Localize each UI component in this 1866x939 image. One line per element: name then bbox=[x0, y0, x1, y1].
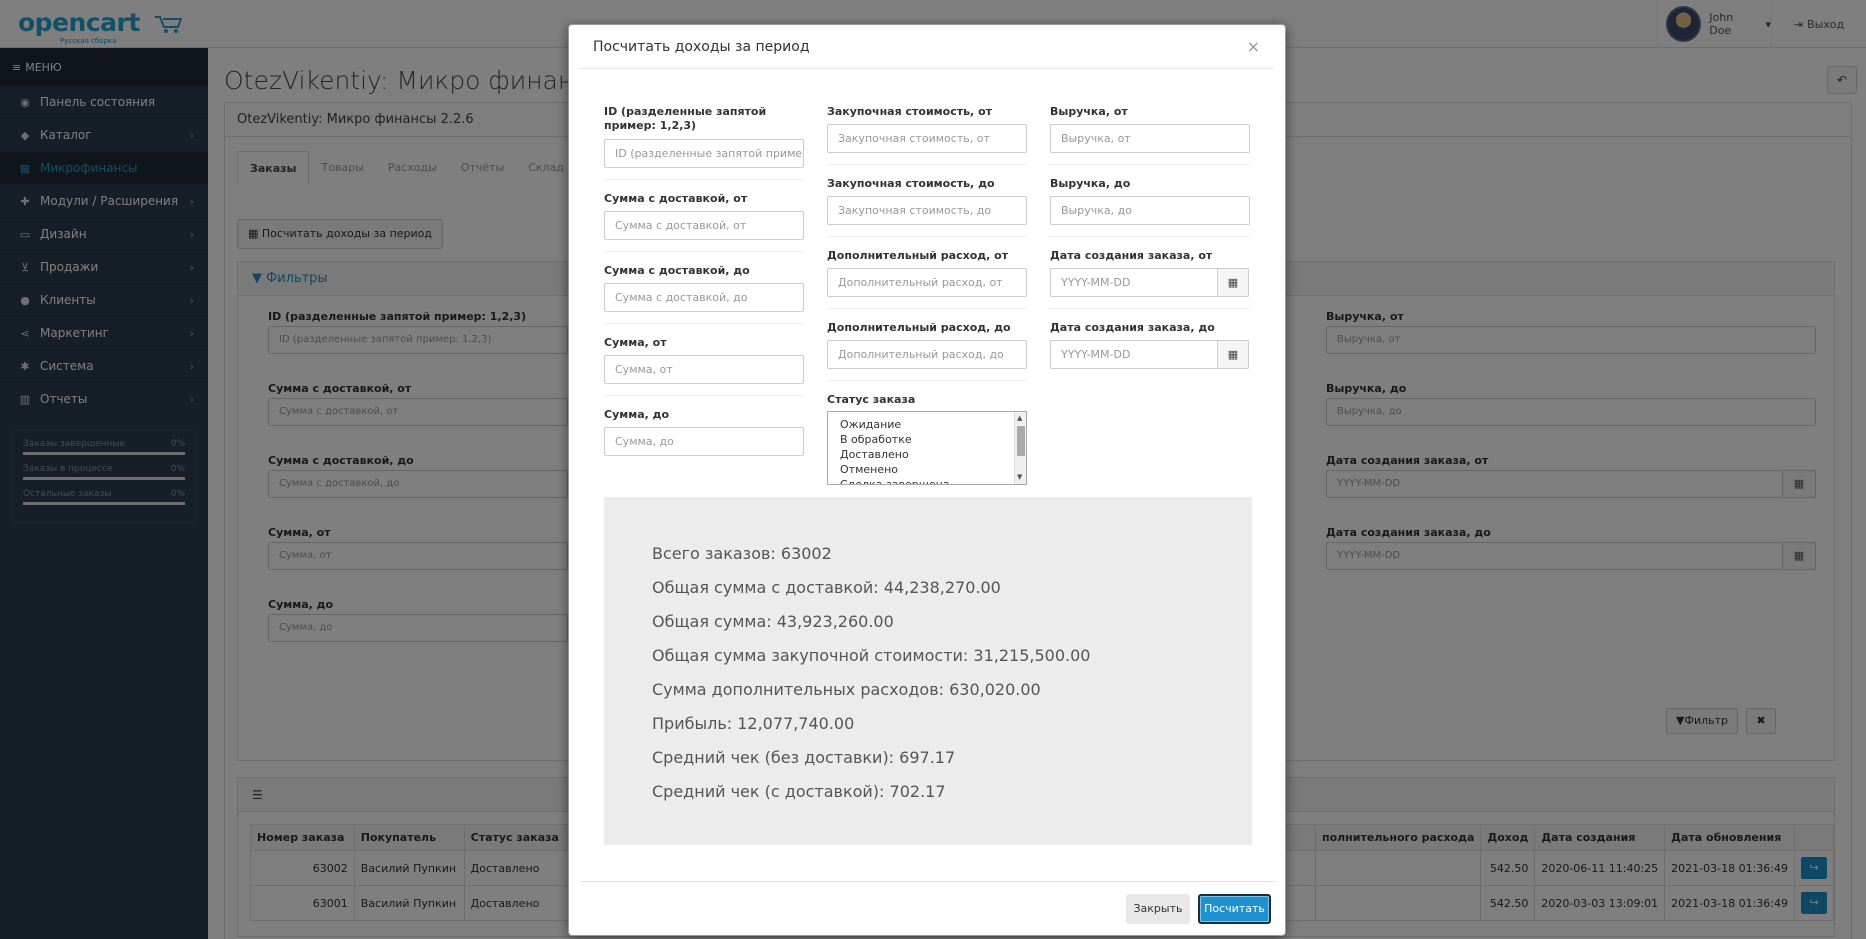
date-to-label: Дата создания заказа, до bbox=[1050, 321, 1215, 334]
sum-del-to-label: Сумма с доставкой, до bbox=[604, 264, 750, 277]
date-from-calendar-button[interactable]: ▦ bbox=[1217, 268, 1249, 297]
rev-from-input[interactable]: Выручка, от bbox=[1050, 124, 1250, 153]
extra-from-input[interactable]: Дополнительный расход, от bbox=[827, 268, 1027, 297]
sum-to-label: Сумма, до bbox=[604, 408, 670, 421]
id-input[interactable]: ID (разделенные запятой пример: 1,2,3) bbox=[604, 139, 804, 168]
summary-line: Средний чек (без доставки): 697.17 bbox=[652, 748, 956, 767]
separator bbox=[604, 395, 804, 396]
separator bbox=[604, 179, 804, 180]
sum-from-label: Сумма, от bbox=[604, 336, 667, 349]
summary-line: Общая сумма с доставкой: 44,238,270.00 bbox=[652, 578, 1001, 597]
sum-to-input[interactable]: Сумма, до bbox=[604, 427, 804, 456]
status-multiselect[interactable]: Ожидание В обработке Доставлено Отменено Сде… bbox=[827, 411, 1027, 485]
status-option[interactable]: Отменено bbox=[828, 462, 1026, 477]
extra-from-label: Дополнительный расход, от bbox=[827, 249, 1009, 262]
close-button[interactable]: Закрыть bbox=[1126, 894, 1190, 924]
summary-line: Общая сумма закупочной стоимости: 31,215… bbox=[652, 646, 1091, 665]
summary-line: Общая сумма: 43,923,260.00 bbox=[652, 612, 894, 631]
separator bbox=[827, 308, 1027, 309]
separator bbox=[1050, 236, 1250, 237]
status-scrollbar[interactable]: ▲ ▼ bbox=[1014, 412, 1026, 484]
calculate-button[interactable]: Посчитать bbox=[1198, 894, 1271, 924]
modal-close-icon[interactable]: × bbox=[1247, 37, 1260, 56]
calendar-icon: ▦ bbox=[1227, 348, 1239, 361]
modal-header: Посчитать доходы за период bbox=[580, 25, 1274, 69]
extra-to-input[interactable]: Дополнительный расход, до bbox=[827, 340, 1027, 369]
id-label: ID (разделенные запятой пример: 1,2,3) bbox=[604, 105, 767, 132]
income-summary: Всего заказов: 63002 Общая сумма с достав… bbox=[604, 497, 1252, 845]
separator bbox=[827, 164, 1027, 165]
summary-line: Всего заказов: 63002 bbox=[652, 544, 832, 563]
summary-line: Прибыль: 12,077,740.00 bbox=[652, 714, 855, 733]
date-to-input[interactable]: YYYY-MM-DD bbox=[1050, 340, 1218, 369]
sum-del-to-input[interactable]: Сумма с доставкой, до bbox=[604, 283, 804, 312]
rev-to-input[interactable]: Выручка, до bbox=[1050, 196, 1250, 225]
separator bbox=[604, 323, 804, 324]
date-to-calendar-button[interactable]: ▦ bbox=[1217, 340, 1249, 369]
calendar-icon: ▦ bbox=[1227, 276, 1239, 289]
modal-title: Посчитать доходы за период bbox=[593, 38, 810, 55]
sum-from-input[interactable]: Сумма, от bbox=[604, 355, 804, 384]
scroll-thumb[interactable] bbox=[1017, 426, 1025, 456]
rev-from-label: Выручка, от bbox=[1050, 105, 1128, 118]
scroll-up-icon[interactable]: ▲ bbox=[1017, 414, 1022, 422]
status-option[interactable]: Ожидание bbox=[828, 417, 1026, 432]
date-from-input[interactable]: YYYY-MM-DD bbox=[1050, 268, 1218, 297]
separator bbox=[827, 236, 1027, 237]
separator bbox=[1050, 164, 1250, 165]
status-option[interactable]: Сделка завершена bbox=[828, 477, 1026, 484]
status-options: Ожидание В обработке Доставлено Отменено Сде… bbox=[828, 412, 1026, 484]
summary-line: Средний чек (с доставкой): 702.17 bbox=[652, 782, 946, 801]
status-option[interactable]: Доставлено bbox=[828, 447, 1026, 462]
separator bbox=[827, 380, 1027, 381]
extra-to-label: Дополнительный расход, до bbox=[827, 321, 1011, 334]
sum-del-from-label: Сумма с доставкой, от bbox=[604, 192, 748, 205]
status-label: Статус заказа bbox=[827, 393, 916, 406]
separator bbox=[604, 251, 804, 252]
separator bbox=[1050, 308, 1250, 309]
cost-to-input[interactable]: Закупочная стоимость, до bbox=[827, 196, 1027, 225]
cost-from-label: Закупочная стоимость, от bbox=[827, 105, 992, 118]
cost-to-label: Закупочная стоимость, до bbox=[827, 177, 995, 190]
date-from-label: Дата создания заказа, от bbox=[1050, 249, 1213, 262]
modal-footer: Закрыть Посчитать bbox=[580, 881, 1276, 937]
cost-from-input[interactable]: Закупочная стоимость, от bbox=[827, 124, 1027, 153]
rev-to-label: Выручка, до bbox=[1050, 177, 1131, 190]
summary-line: Сумма дополнительных расходов: 630,020.0… bbox=[652, 680, 1041, 699]
sum-del-from-input[interactable]: Сумма с доставкой, от bbox=[604, 211, 804, 240]
status-option[interactable]: В обработке bbox=[828, 432, 1026, 447]
calc-income-modal: Посчитать доходы за период × ID (разделе… bbox=[568, 24, 1286, 936]
scroll-down-icon[interactable]: ▼ bbox=[1017, 473, 1022, 481]
